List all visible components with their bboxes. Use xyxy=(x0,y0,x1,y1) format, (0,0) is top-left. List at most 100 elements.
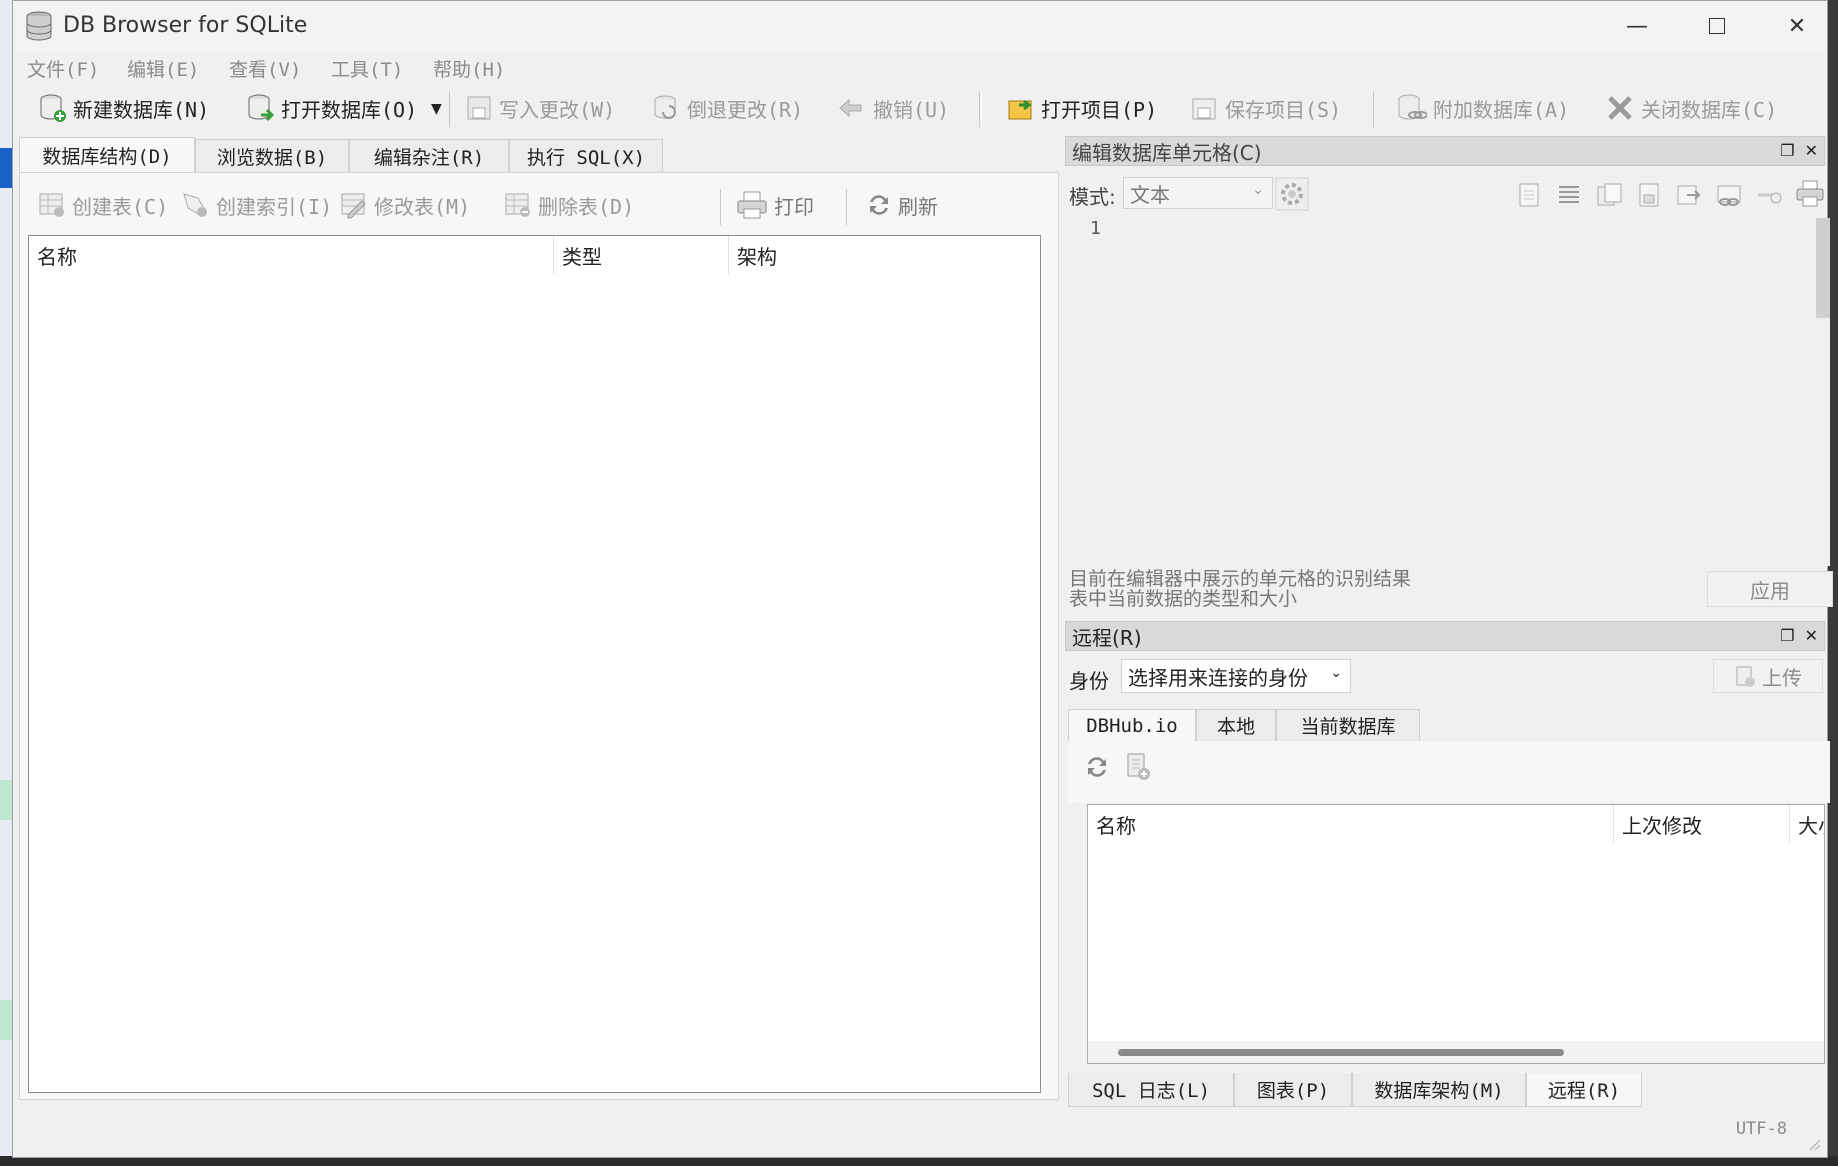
menu-file[interactable]: 文件(F) xyxy=(27,55,99,82)
close-dock-icon[interactable]: ✕ xyxy=(1805,141,1818,160)
minimize-button[interactable]: — xyxy=(1597,1,1677,51)
write-changes-button[interactable]: 写入更改(W) xyxy=(465,89,615,127)
resize-grip-icon[interactable] xyxy=(1807,1137,1821,1151)
identity-select-value: 选择用来连接的身份 xyxy=(1128,665,1308,690)
toolbar-separator xyxy=(720,189,721,225)
float-dock-icon[interactable]: ❐ xyxy=(1780,626,1794,645)
open-external-icon[interactable] xyxy=(1675,181,1703,209)
new-database-label: 新建数据库(N) xyxy=(73,97,210,122)
tab-execute-sql[interactable]: 执行 SQL(X) xyxy=(509,139,663,173)
tab-current-database[interactable]: 当前数据库 xyxy=(1276,709,1420,741)
attach-database-icon xyxy=(1398,94,1427,120)
identity-select[interactable]: 选择用来连接的身份 ⌄ xyxy=(1121,659,1351,693)
horizontal-scrollbar[interactable] xyxy=(1088,1041,1824,1063)
column-header-schema[interactable]: 架构 xyxy=(729,236,1042,274)
auto-format-gear-icon[interactable] xyxy=(1275,177,1309,211)
attach-database-button[interactable]: 附加数据库(A) xyxy=(1397,89,1569,127)
column-header-name[interactable]: 名称 xyxy=(29,236,554,274)
import-icon[interactable] xyxy=(1515,181,1543,209)
tab-plot[interactable]: 图表(P) xyxy=(1234,1073,1352,1107)
remote-dock-title: 远程(R) xyxy=(1072,625,1142,650)
toolbar-separator xyxy=(981,91,982,127)
create-index-button[interactable]: 创建索引(I) xyxy=(180,187,332,223)
tab-database-structure[interactable]: 数据库结构(D) xyxy=(19,137,195,173)
open-database-button[interactable]: 打开数据库(O) xyxy=(247,89,417,127)
close-window-button[interactable]: ✕ xyxy=(1757,1,1837,51)
line-number: 1 xyxy=(1090,218,1101,239)
undo-button[interactable]: 撤销(U) xyxy=(837,89,949,127)
tab-browse-data[interactable]: 浏览数据(B) xyxy=(195,139,349,173)
window-title: DB Browser for SQLite xyxy=(63,13,308,38)
delete-table-button[interactable]: 删除表(D) xyxy=(504,187,634,223)
menu-tools[interactable]: 工具(T) xyxy=(331,55,403,82)
close-dock-icon[interactable]: ✕ xyxy=(1805,626,1818,645)
tab-local[interactable]: 本地 xyxy=(1196,709,1276,741)
revert-changes-label: 倒退更改(R) xyxy=(687,97,804,122)
menu-view[interactable]: 查看(V) xyxy=(229,55,301,82)
tab-dbhub[interactable]: DBHub.io xyxy=(1068,709,1196,741)
print-button[interactable]: 打印 xyxy=(736,187,814,223)
minimize-icon: — xyxy=(1626,13,1648,39)
menu-edit[interactable]: 编辑(E) xyxy=(127,55,199,82)
edit-cell-dock-header: 编辑数据库单元格(C) ❐ ✕ xyxy=(1065,136,1825,166)
tab-edit-pragmas[interactable]: 编辑杂注(R) xyxy=(349,139,509,173)
maximize-button[interactable] xyxy=(1677,1,1757,51)
float-dock-icon[interactable]: ❐ xyxy=(1780,141,1794,160)
delete-table-label: 删除表(D) xyxy=(538,194,635,219)
column-header-size-clip: 大小 xyxy=(1790,805,1824,843)
column-header-last-modified[interactable]: 上次修改 xyxy=(1614,805,1790,843)
cell-editor[interactable]: 1 xyxy=(1078,218,1830,566)
tab-db-schema[interactable]: 数据库架构(M) xyxy=(1352,1073,1526,1107)
open-database-icon xyxy=(248,94,275,122)
column-header-size[interactable]: 大小 xyxy=(1790,805,1824,843)
remote-file-list[interactable]: 名称 上次修改 大小 xyxy=(1087,804,1825,1064)
new-database-icon xyxy=(40,94,66,122)
save-project-label: 保存项目(S) xyxy=(1225,97,1342,122)
toolbar-separator xyxy=(979,91,980,127)
tab-sql-log[interactable]: SQL 日志(L) xyxy=(1068,1073,1234,1107)
word-wrap-icon[interactable] xyxy=(1555,181,1583,209)
database-icon xyxy=(26,11,52,41)
clone-database-icon[interactable] xyxy=(1124,751,1154,783)
upload-icon xyxy=(1736,666,1755,687)
set-null-icon[interactable] xyxy=(1635,181,1663,209)
close-database-icon xyxy=(1608,96,1632,120)
close-database-button[interactable]: 关闭数据库(C) xyxy=(1605,89,1777,127)
upload-button[interactable]: 上传 xyxy=(1713,659,1823,693)
save-project-button[interactable]: 保存项目(S) xyxy=(1189,89,1341,127)
desktop-window-edge xyxy=(0,148,12,188)
database-structure-panel: 创建表(C) 创建索引(I) 修改表(M) 删除表(D) 打印 刷新 名称 类型… xyxy=(19,172,1059,1100)
open-project-button[interactable]: 打开项目(P) xyxy=(1005,89,1157,127)
cell-info-line2: 表中当前数据的类型和大小 xyxy=(1069,588,1298,610)
tab-remote[interactable]: 远程(R) xyxy=(1526,1073,1642,1107)
mode-select-value: 文本 xyxy=(1130,182,1170,207)
modify-table-button[interactable]: 修改表(M) xyxy=(340,187,470,223)
link-icon[interactable] xyxy=(1715,181,1743,209)
key-icon[interactable] xyxy=(1755,181,1783,209)
revert-changes-button[interactable]: 倒退更改(R) xyxy=(653,89,803,127)
open-project-icon xyxy=(1008,99,1032,120)
database-structure-tree[interactable]: 名称 类型 架构 xyxy=(28,235,1041,1093)
open-database-dropdown-icon[interactable]: ▼ xyxy=(431,101,442,117)
column-header-type[interactable]: 类型 xyxy=(554,236,729,274)
create-table-button[interactable]: 创建表(C) xyxy=(38,187,168,223)
modify-table-label: 修改表(M) xyxy=(374,194,471,219)
create-index-icon xyxy=(183,193,207,217)
export-icon[interactable] xyxy=(1595,181,1623,209)
print-cell-icon[interactable] xyxy=(1795,179,1825,209)
scrollbar-thumb[interactable] xyxy=(1118,1049,1564,1056)
create-index-label: 创建索引(I) xyxy=(216,194,333,219)
apply-button[interactable]: 应用 xyxy=(1707,571,1833,607)
refresh-button[interactable]: 刷新 xyxy=(866,187,938,223)
menu-help[interactable]: 帮助(H) xyxy=(433,55,505,82)
refresh-label: 刷新 xyxy=(898,194,938,219)
mode-select[interactable]: 文本 ⌄ xyxy=(1123,177,1273,209)
column-header-name[interactable]: 名称 xyxy=(1088,805,1614,843)
refresh-icon[interactable] xyxy=(1084,753,1110,781)
title-bar: DB Browser for SQLite — ✕ xyxy=(13,1,1827,51)
desktop-window-edge xyxy=(0,780,12,820)
new-database-button[interactable]: 新建数据库(N) xyxy=(39,89,209,127)
app-window: DB Browser for SQLite — ✕ 文件(F) 编辑(E) 查看… xyxy=(12,0,1833,1158)
editor-scrollbar[interactable] xyxy=(1816,218,1830,318)
upload-label: 上传 xyxy=(1762,665,1802,690)
